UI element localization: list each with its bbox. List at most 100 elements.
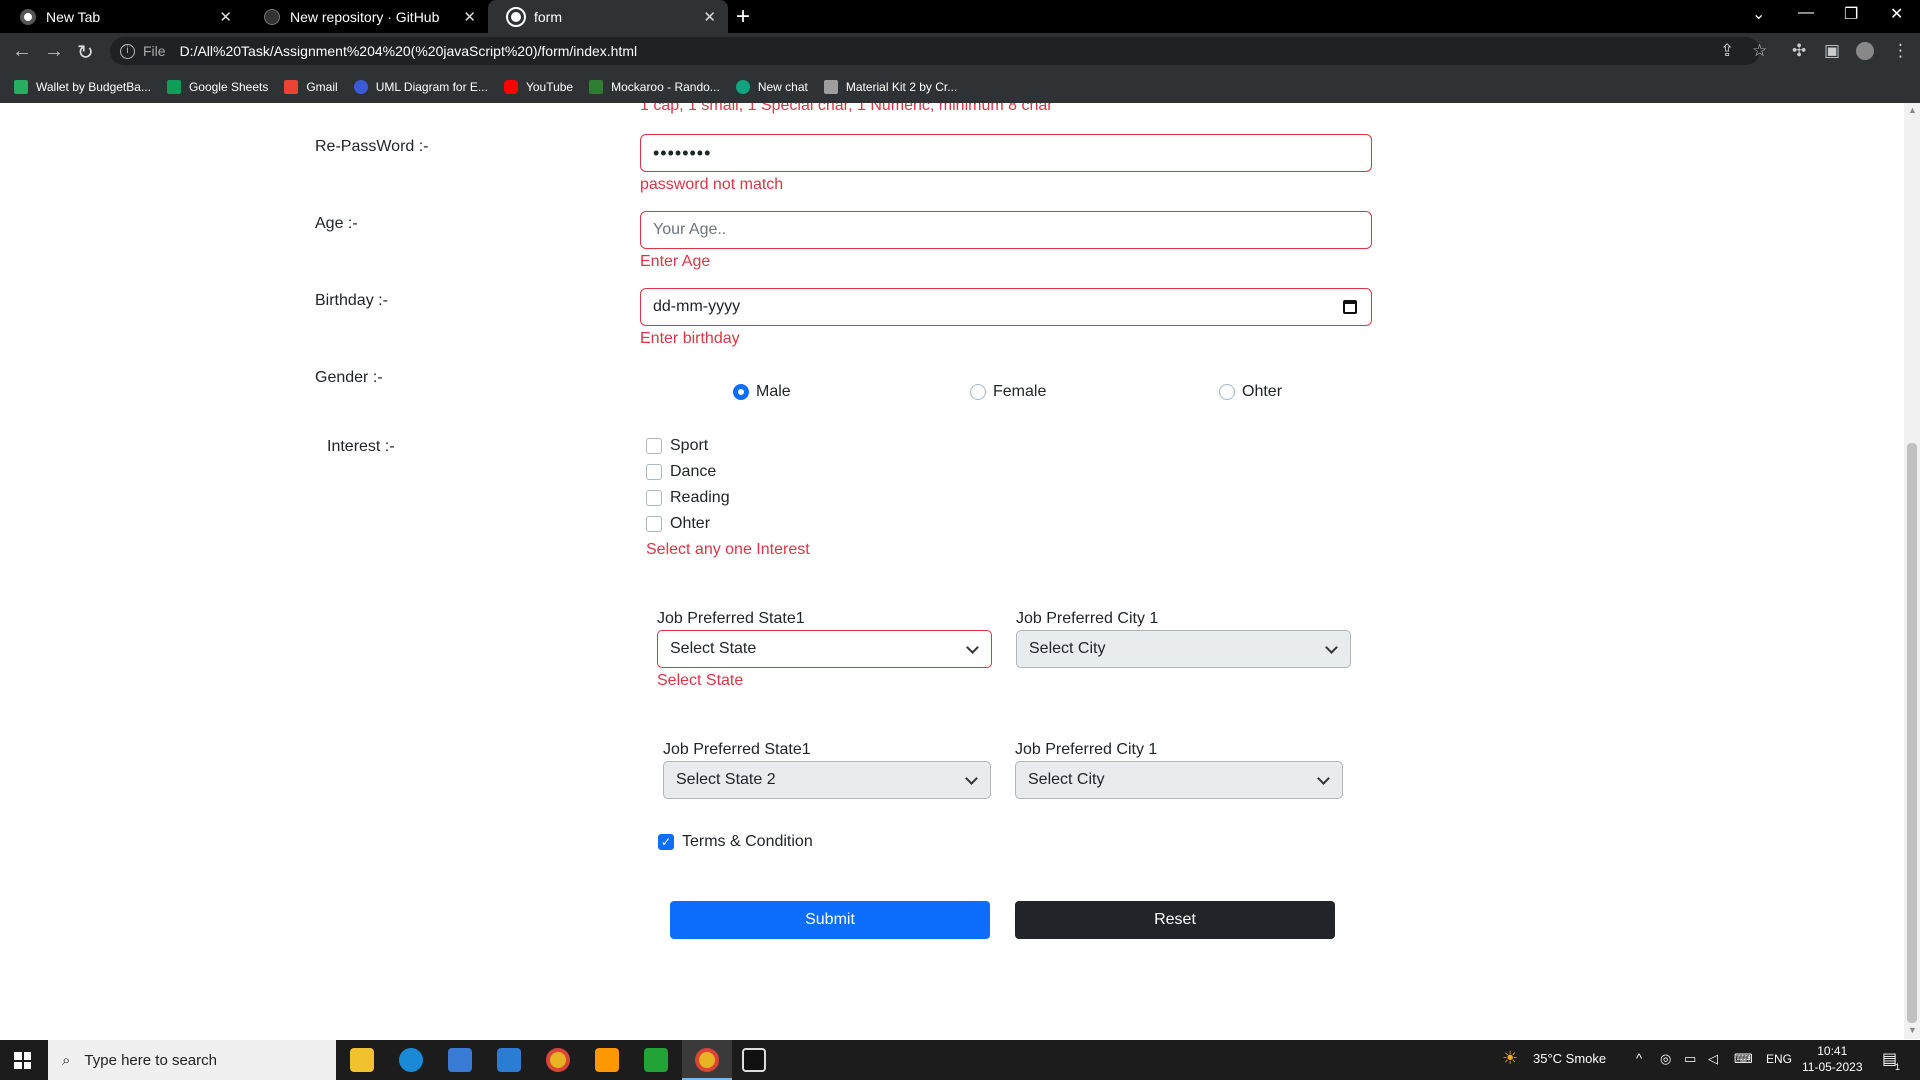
job-state1-select[interactable]: Select State xyxy=(657,630,992,668)
tab-title: New repository · GitHub xyxy=(290,8,440,25)
birthday-input[interactable]: dd-mm-yyyy xyxy=(640,288,1372,326)
tab-search-icon[interactable]: ⌄ xyxy=(1752,4,1765,24)
gender-radio-male[interactable]: Male xyxy=(733,383,791,401)
birthday-label: Birthday :- xyxy=(315,292,388,309)
sheets-icon xyxy=(166,79,181,94)
reset-button[interactable]: Reset xyxy=(1015,901,1335,939)
scrollbar-thumb[interactable] xyxy=(1907,443,1917,1023)
bookmark-wallet[interactable]: Wallet by BudgetBa... xyxy=(14,79,151,94)
url-text[interactable]: D:/All%20Task/Assignment%204%20(%20javaS… xyxy=(180,43,638,59)
clock-date: 11-05-2023 xyxy=(1802,1060,1863,1074)
minimize-button[interactable]: — xyxy=(1798,4,1814,22)
reload-icon[interactable]: ↻ xyxy=(77,40,94,65)
repassword-error: password not match xyxy=(640,176,784,193)
language-indicator[interactable]: ENG xyxy=(1766,1052,1792,1066)
page-scrollbar[interactable]: ▲ ▼ xyxy=(1904,103,1920,1039)
bookmark-new-chat[interactable]: New chat xyxy=(735,79,808,94)
bookmark-gmail[interactable]: Gmail xyxy=(284,79,338,94)
interest-error: Select any one Interest xyxy=(646,541,810,558)
age-error: Enter Age xyxy=(640,253,711,270)
checkbox-icon[interactable] xyxy=(646,464,662,480)
back-icon[interactable]: ← xyxy=(12,40,32,63)
forward-icon[interactable]: → xyxy=(44,40,64,63)
weather-text[interactable]: 35°C Smoke xyxy=(1533,1051,1606,1066)
profile-avatar[interactable] xyxy=(1856,42,1874,60)
scroll-up-icon[interactable]: ▲ xyxy=(1908,105,1917,115)
chrome-icon[interactable] xyxy=(546,1048,570,1072)
terms-checkbox[interactable]: ✓ Terms & Condition xyxy=(658,833,813,851)
close-tab-icon[interactable]: ✕ xyxy=(463,8,476,26)
volume-muted-icon[interactable]: ◁ xyxy=(1708,1051,1718,1067)
job-city2-select[interactable]: Select City xyxy=(1015,761,1343,799)
submit-button[interactable]: Submit xyxy=(670,901,990,939)
bookmark-material-kit[interactable]: Material Kit 2 by Cr... xyxy=(823,79,957,94)
restore-button[interactable]: ❐ xyxy=(1844,4,1858,24)
age-input[interactable]: Your Age.. xyxy=(640,211,1372,249)
repassword-input[interactable]: •••••••• xyxy=(640,134,1372,172)
site-info-icon[interactable]: i xyxy=(120,43,135,59)
gender-label: Gender :- xyxy=(315,369,383,386)
job-city1-select[interactable]: Select City xyxy=(1016,630,1351,668)
bookmark-google-sheets[interactable]: Google Sheets xyxy=(166,79,268,94)
keyboard-icon[interactable]: ⌨ xyxy=(1734,1051,1753,1067)
bookmark-youtube[interactable]: YouTube xyxy=(503,79,573,94)
camera-icon[interactable]: ◎ xyxy=(1660,1051,1671,1067)
close-tab-icon[interactable]: ✕ xyxy=(703,8,716,26)
address-bar[interactable]: i File D:/All%20Task/Assignment%204%20(%… xyxy=(110,37,1760,65)
weather-icon[interactable]: ☀ xyxy=(1502,1048,1518,1069)
chatgpt-icon xyxy=(735,79,750,94)
checkbox-icon[interactable] xyxy=(646,516,662,532)
calendar-icon[interactable] xyxy=(1343,300,1357,314)
interest-checkbox-other[interactable]: Ohter xyxy=(646,515,710,533)
bookmark-uml[interactable]: UML Diagram for E... xyxy=(353,79,488,94)
tab-new-tab[interactable]: New Tab ✕ xyxy=(0,0,244,33)
interest-label: Interest :- xyxy=(327,438,395,455)
gender-radio-other[interactable]: Ohter xyxy=(1219,383,1282,401)
close-window-button[interactable]: ✕ xyxy=(1890,4,1903,24)
network-icon[interactable]: ▭ xyxy=(1684,1051,1696,1067)
chrome-active-icon[interactable] xyxy=(695,1048,719,1072)
interest-checkbox-dance[interactable]: Dance xyxy=(646,463,716,481)
tab-form[interactable]: form ✕ xyxy=(488,0,728,33)
side-panel-icon[interactable]: ▣ xyxy=(1824,41,1840,61)
checkbox-icon[interactable] xyxy=(646,438,662,454)
system-clock[interactable]: 10:41 11-05-2023 xyxy=(1802,1043,1863,1075)
gmail-icon xyxy=(284,79,299,94)
globe-icon xyxy=(506,6,526,27)
share-icon[interactable]: ⇪ xyxy=(1720,41,1734,61)
radio-selected-icon[interactable] xyxy=(733,384,749,400)
bookmark-mockaroo[interactable]: Mockaroo - Rando... xyxy=(589,79,720,94)
notification-count: 1 xyxy=(1895,1062,1901,1072)
gender-radio-female[interactable]: Female xyxy=(970,383,1046,401)
tab-github[interactable]: New repository · GitHub ✕ xyxy=(244,0,488,33)
windows-start-icon[interactable] xyxy=(14,1052,31,1069)
extensions-icon[interactable]: ✣ xyxy=(1792,41,1806,61)
tab-strip: New Tab ✕ New repository · GitHub ✕ form… xyxy=(0,0,1920,33)
menu-icon[interactable]: ⋮ xyxy=(1892,41,1909,61)
mail-icon[interactable] xyxy=(497,1048,521,1072)
radio-icon[interactable] xyxy=(970,384,986,400)
chevron-down-icon xyxy=(1317,772,1330,785)
birthday-placeholder: dd-mm-yyyy xyxy=(653,298,741,315)
repassword-label: Re-PassWord :- xyxy=(315,138,429,155)
checkbox-checked-icon[interactable]: ✓ xyxy=(658,834,674,850)
job-city1-label: Job Preferred City 1 xyxy=(1016,610,1159,627)
sublime-text-icon[interactable] xyxy=(595,1048,619,1072)
bookmark-star-icon[interactable]: ☆ xyxy=(1752,41,1767,61)
taskbar-search[interactable]: ⌕ Type here to search xyxy=(48,1040,336,1080)
tray-chevron-icon[interactable]: ^ xyxy=(1636,1051,1642,1066)
chevron-down-icon xyxy=(965,772,978,785)
new-tab-button[interactable]: + xyxy=(736,3,750,31)
scroll-down-icon[interactable]: ▼ xyxy=(1908,1025,1917,1035)
interest-checkbox-sport[interactable]: Sport xyxy=(646,437,708,455)
chat-app-icon[interactable] xyxy=(644,1048,668,1072)
job-state2-select[interactable]: Select State 2 xyxy=(663,761,991,799)
interest-checkbox-reading[interactable]: Reading xyxy=(646,489,730,507)
terminal-icon[interactable] xyxy=(742,1048,766,1072)
edge-icon[interactable] xyxy=(399,1048,423,1072)
store-icon[interactable] xyxy=(448,1048,472,1072)
file-explorer-icon[interactable] xyxy=(350,1048,374,1072)
close-tab-icon[interactable]: ✕ xyxy=(219,8,232,26)
checkbox-icon[interactable] xyxy=(646,490,662,506)
radio-icon[interactable] xyxy=(1219,384,1235,400)
